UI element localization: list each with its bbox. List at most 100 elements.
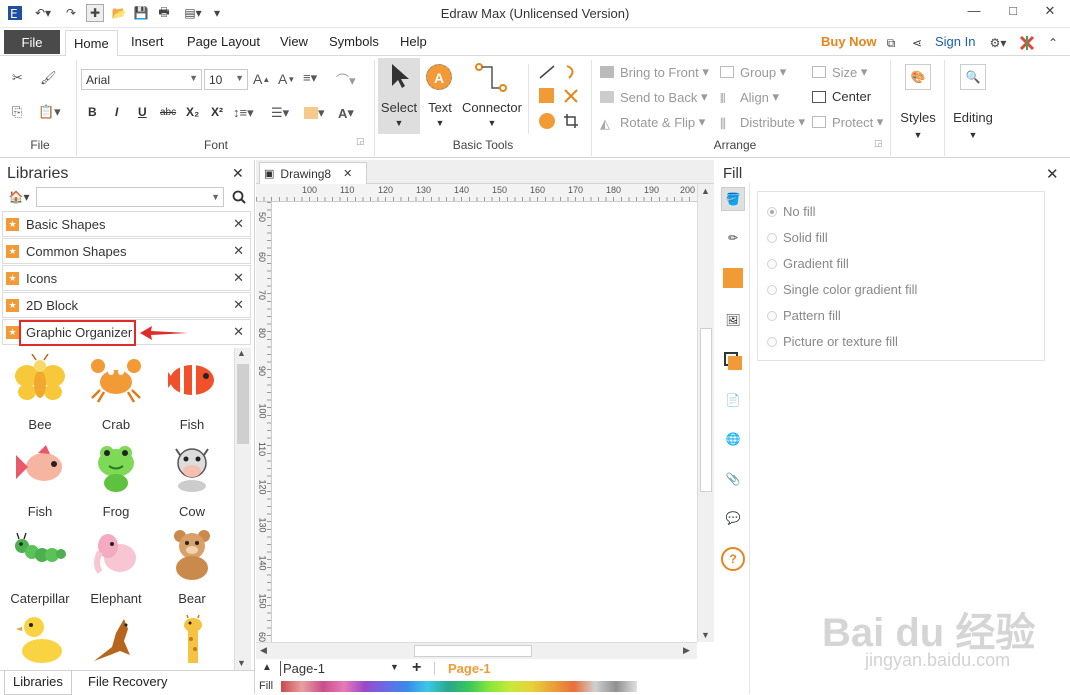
arc-shape-icon[interactable] [563,64,579,80]
scroll-down-icon[interactable]: ▼ [701,630,710,640]
bold-button[interactable]: B [88,105,97,119]
shape-fish-pink[interactable]: Fish [2,435,78,522]
tab-help[interactable]: Help [400,34,427,49]
tab-libraries[interactable]: Libraries [4,671,72,695]
close-button[interactable]: ✕ [1040,3,1060,21]
library-search-input[interactable]: ▼ [36,187,224,207]
arrange-dialog-launcher-icon[interactable]: ◲ [874,138,883,149]
tab-home[interactable]: Home [65,30,118,57]
maximize-button[interactable]: □ [1003,3,1023,21]
highlight-color-icon[interactable]: ▾ [304,105,325,121]
document-list-icon[interactable]: 📄 [721,389,745,413]
tab-symbols[interactable]: Symbols [329,34,379,49]
collapse-ribbon-icon[interactable]: ⌃ [1044,34,1062,52]
library-scrollbar[interactable]: ▲ ▼ [234,348,251,670]
close-icon[interactable]: ✕ [233,324,244,340]
select-tool-button[interactable]: Select ▼ [378,58,420,134]
size-button[interactable]: Size ▾ [812,64,867,80]
library-item-common-shapes[interactable]: ★ Common Shapes ✕ [2,238,251,264]
distribute-button[interactable]: ⫼ Distribute ▾ [720,114,805,131]
tab-file[interactable]: File [4,30,60,54]
font-color-button[interactable]: A ▾ [338,105,354,121]
italic-button[interactable]: I [115,105,118,119]
shape-bear[interactable]: Bear [154,522,230,609]
canvas-vertical-scrollbar[interactable]: ▲ ▼ [697,184,714,642]
page-menu-icon[interactable]: ▲ [262,662,272,673]
cut-icon[interactable]: ✂ [12,70,23,86]
attachment-icon[interactable]: 📎 [721,468,745,492]
cross-shape-icon[interactable] [563,88,579,104]
library-item-basic-shapes[interactable]: ★ Basic Shapes ✕ [2,211,251,237]
shape-caterpillar[interactable]: Caterpillar [2,522,78,609]
drawing-canvas[interactable] [272,202,697,642]
text-align-icon[interactable]: ≡▾ [303,70,317,86]
search-icon[interactable] [230,188,248,206]
share-icon[interactable]: ⋖ [908,34,926,52]
font-name-select[interactable]: Arial ▼ [81,69,202,90]
buy-now-link[interactable]: Buy Now [821,34,877,49]
bring-to-front-button[interactable]: Bring to Front ▾ [600,64,709,80]
app-cross-icon[interactable] [1018,34,1036,52]
canvas-horizontal-scrollbar[interactable]: ◀ ▶ [256,642,697,659]
library-item-2d-block[interactable]: ★ 2D Block ✕ [2,292,251,318]
line-style-icon[interactable]: ✏ [721,227,745,251]
underline-button[interactable]: U [138,105,147,119]
scrollbar-thumb[interactable] [700,328,712,492]
shadow-fill-icon[interactable] [723,268,743,288]
subscript-button[interactable]: X₂ [186,105,199,119]
layers-icon[interactable] [721,349,745,373]
scrollbar-thumb[interactable] [414,645,532,657]
superscript-button[interactable]: X² [211,105,223,119]
scroll-up-icon[interactable]: ▲ [701,186,710,196]
grow-font-button[interactable]: A ▲ [253,71,270,87]
fill-bucket-icon[interactable]: 🪣 [721,187,745,211]
close-icon[interactable]: ✕ [1046,165,1059,183]
tab-insert[interactable]: Insert [131,34,164,49]
help-icon[interactable]: ? [721,547,745,571]
send-to-back-button[interactable]: Send to Back ▾ [600,89,707,105]
page-select-label[interactable]: Page-1 [280,661,325,676]
shape-fish[interactable]: Fish [154,348,230,435]
connector-tool-button[interactable]: Connector ▼ [460,58,524,134]
shape-bee[interactable]: Bee [2,348,78,435]
scroll-left-icon[interactable]: ◀ [260,645,267,656]
rectangle-shape-icon[interactable] [539,88,554,103]
shape-elephant[interactable]: Elephant [78,522,154,609]
fill-option-solid[interactable]: Solid fill [767,230,828,245]
shape-kangaroo[interactable] [78,609,154,670]
shape-cow[interactable]: Cow [154,435,230,522]
sign-in-link[interactable]: Sign In [935,34,975,49]
scrollbar-thumb[interactable] [237,364,249,444]
shrink-font-button[interactable]: A ▼ [278,71,295,87]
shape-duck[interactable] [2,609,78,670]
center-button[interactable]: Center [812,89,871,104]
text-direction-icon[interactable]: ⌒▾ [336,70,356,89]
present-icon[interactable]: ⧉ [882,34,900,52]
fill-option-no-fill[interactable]: No fill [767,204,816,219]
text-tool-button[interactable]: A Text ▼ [423,58,457,134]
rotate-flip-button[interactable]: ◭ Rotate & Flip ▾ [600,114,705,131]
comment-icon[interactable]: 💬 [721,507,745,531]
group-button[interactable]: Group ▾ [720,64,786,80]
minimize-button[interactable]: — [964,3,984,21]
fill-option-single-color-gradient[interactable]: Single color gradient fill [767,282,917,297]
font-size-select[interactable]: 10 ▼ [204,69,248,90]
bullets-icon[interactable]: ☰▾ [271,105,289,121]
close-icon[interactable]: ✕ [233,297,244,313]
shape-giraffe[interactable] [154,609,230,670]
line-shape-icon[interactable] [538,64,556,80]
shape-frog[interactable]: Frog [78,435,154,522]
font-dialog-launcher-icon[interactable]: ◲ [356,136,365,147]
tab-file-recovery[interactable]: File Recovery [88,674,167,689]
tab-view[interactable]: View [280,34,308,49]
active-page-tab[interactable]: Page-1 [448,661,491,676]
settings-gear-icon[interactable]: ⚙▾ [985,34,1011,52]
fill-option-pattern[interactable]: Pattern fill [767,308,841,323]
image-icon[interactable]: 🖼 [721,309,745,333]
close-icon[interactable]: ✕ [233,270,244,286]
styles-button[interactable]: 🎨 Styles ▼ [895,60,941,150]
close-icon[interactable]: ✕ [232,165,244,182]
home-icon[interactable]: 🏠▾ [6,188,32,206]
close-icon[interactable]: ✕ [233,243,244,259]
library-item-icons[interactable]: ★ Icons ✕ [2,265,251,291]
